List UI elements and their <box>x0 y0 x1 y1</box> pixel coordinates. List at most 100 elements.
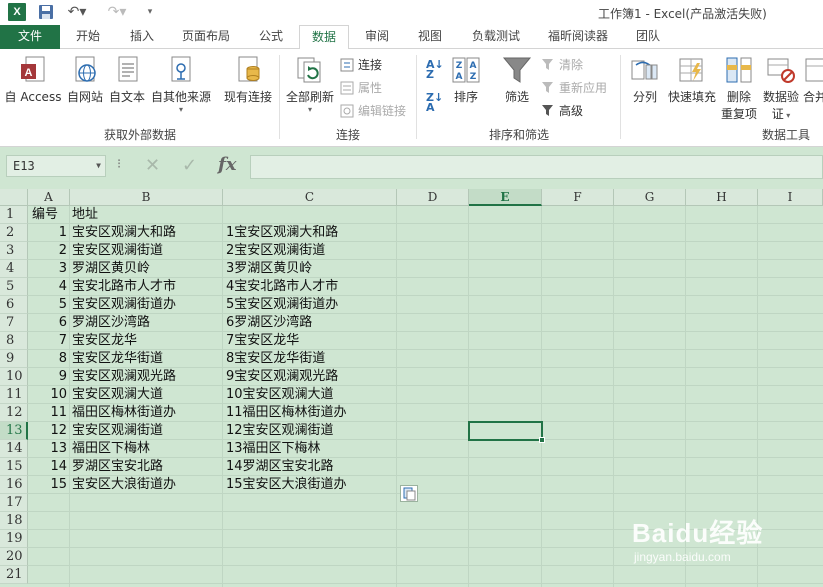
insert-function-icon[interactable]: fx <box>218 154 236 175</box>
flash-fill-button[interactable]: 快速填充 <box>666 55 718 105</box>
paste-options-icon[interactable] <box>400 485 418 502</box>
tab-team[interactable]: 团队 <box>625 25 671 49</box>
tab-page-layout[interactable]: 页面布局 <box>172 25 240 49</box>
cell-a14[interactable]: 13 <box>28 440 67 458</box>
sort-ascending-button[interactable]: A↓ Z <box>426 59 444 80</box>
cell-b6[interactable]: 宝安区观澜街道办 <box>72 296 222 314</box>
undo-icon[interactable]: ↶▾ <box>66 3 88 21</box>
tab-foxit-reader[interactable]: 福昕阅读器 <box>538 25 618 49</box>
cell-c6[interactable]: 5宝安区观澜街道办 <box>226 296 396 314</box>
more-options-icon[interactable]: ⁝ <box>117 157 121 172</box>
cell-a3[interactable]: 2 <box>28 242 67 260</box>
row-header-15[interactable]: 15 <box>0 458 28 476</box>
from-text-button[interactable]: 自文本 <box>106 55 148 105</box>
cell-c2[interactable]: 1宝安区观澜大和路 <box>226 224 396 242</box>
row-header-11[interactable]: 11 <box>0 386 28 404</box>
reapply-button[interactable]: 重新应用 <box>541 79 607 96</box>
row-header-8[interactable]: 8 <box>0 332 28 350</box>
cell-c7[interactable]: 6罗湖区沙湾路 <box>226 314 396 332</box>
column-header-i[interactable]: I <box>758 189 823 206</box>
consolidate-button[interactable]: 合并 <box>803 55 823 105</box>
row-header-21[interactable]: 21 <box>0 566 28 584</box>
cell-b16[interactable]: 宝安区大浪街道办 <box>72 476 222 494</box>
advanced-filter-button[interactable]: 高级 <box>541 102 583 119</box>
refresh-all-button[interactable]: 全部刷新 ▾ <box>285 55 335 114</box>
tab-data[interactable]: 数据 <box>299 25 349 50</box>
row-header-18[interactable]: 18 <box>0 512 28 530</box>
cell-c9[interactable]: 8宝安区龙华街道 <box>226 350 396 368</box>
cell-a15[interactable]: 14 <box>28 458 67 476</box>
data-validation-button[interactable]: 数据验 证 ▾ <box>762 55 800 122</box>
cell-c10[interactable]: 9宝安区观澜观光路 <box>226 368 396 386</box>
column-header-d[interactable]: D <box>397 189 469 206</box>
cell-a7[interactable]: 6 <box>28 314 67 332</box>
cell-b13[interactable]: 宝安区观澜街道 <box>72 422 222 440</box>
row-header-4[interactable]: 4 <box>0 260 28 278</box>
cell-c11[interactable]: 10宝安区观澜大道 <box>226 386 396 404</box>
cell-c12[interactable]: 11福田区梅林街道办 <box>226 404 396 422</box>
cell-b1[interactable]: 地址 <box>72 206 222 224</box>
selected-cell-outline[interactable] <box>468 421 543 441</box>
row-header-17[interactable]: 17 <box>0 494 28 512</box>
column-header-a[interactable]: A <box>28 189 70 206</box>
filter-button[interactable]: 筛选 <box>500 55 534 105</box>
clear-filter-button[interactable]: 清除 <box>541 56 583 73</box>
tab-insert[interactable]: 插入 <box>116 25 168 49</box>
row-header-7[interactable]: 7 <box>0 314 28 332</box>
cell-b9[interactable]: 宝安区龙华街道 <box>72 350 222 368</box>
cell-a16[interactable]: 15 <box>28 476 67 494</box>
column-header-h[interactable]: H <box>686 189 758 206</box>
cell-c4[interactable]: 3罗湖区黄贝岭 <box>226 260 396 278</box>
cell-a9[interactable]: 8 <box>28 350 67 368</box>
column-header-e[interactable]: E <box>469 189 542 206</box>
cell-b12[interactable]: 福田区梅林街道办 <box>72 404 222 422</box>
tab-view[interactable]: 视图 <box>405 25 455 49</box>
cell-a1[interactable]: 编号 <box>32 206 70 224</box>
from-web-button[interactable]: 自网站 <box>64 55 106 105</box>
name-box[interactable]: E13 ▼ <box>6 155 106 177</box>
connections-button[interactable]: 连接 <box>340 56 382 73</box>
row-header-16[interactable]: 16 <box>0 476 28 494</box>
cell-a6[interactable]: 5 <box>28 296 67 314</box>
redo-icon[interactable]: ↷▾ <box>106 3 128 21</box>
tab-load-test[interactable]: 负载测试 <box>460 25 532 49</box>
cancel-icon[interactable]: ✕ <box>145 155 160 176</box>
text-to-columns-button[interactable]: 分列 <box>628 55 662 105</box>
select-all-corner[interactable] <box>0 189 28 206</box>
cell-c8[interactable]: 7宝安区龙华 <box>226 332 396 350</box>
from-access-button[interactable]: A 自 Access <box>4 55 62 105</box>
save-icon[interactable] <box>38 3 54 21</box>
row-header-2[interactable]: 2 <box>0 224 28 242</box>
cell-b14[interactable]: 福田区下梅林 <box>72 440 222 458</box>
cell-a5[interactable]: 4 <box>28 278 67 296</box>
cell-b10[interactable]: 宝安区观澜观光路 <box>72 368 222 386</box>
cell-b15[interactable]: 罗湖区宝安北路 <box>72 458 222 476</box>
customize-qat-icon[interactable]: ▾ <box>144 3 156 21</box>
row-header-13[interactable]: 13 <box>0 422 28 440</box>
cell-b8[interactable]: 宝安区龙华 <box>72 332 222 350</box>
row-header-6[interactable]: 6 <box>0 296 28 314</box>
tab-home[interactable]: 开始 <box>62 25 114 49</box>
cell-b11[interactable]: 宝安区观澜大道 <box>72 386 222 404</box>
row-header-19[interactable]: 19 <box>0 530 28 548</box>
cell-a8[interactable]: 7 <box>28 332 67 350</box>
cell-a4[interactable]: 3 <box>28 260 67 278</box>
row-header-5[interactable]: 5 <box>0 278 28 296</box>
edit-links-button[interactable]: 编辑链接 <box>340 102 406 119</box>
existing-connections-button[interactable]: 现有连接 <box>222 55 274 105</box>
row-header-12[interactable]: 12 <box>0 404 28 422</box>
cell-c13[interactable]: 12宝安区观澜街道 <box>226 422 396 440</box>
cell-c3[interactable]: 2宝安区观澜街道 <box>226 242 396 260</box>
cell-b2[interactable]: 宝安区观澜大和路 <box>72 224 222 242</box>
row-header-20[interactable]: 20 <box>0 548 28 566</box>
cell-b3[interactable]: 宝安区观澜街道 <box>72 242 222 260</box>
sort-button[interactable]: ZAAZ 排序 <box>449 55 483 105</box>
sort-descending-button[interactable]: Z↓ A <box>426 92 443 113</box>
row-header-10[interactable]: 10 <box>0 368 28 386</box>
fill-handle[interactable] <box>539 437 545 443</box>
cell-c5[interactable]: 4宝安北路市人才市 <box>226 278 396 296</box>
properties-button[interactable]: 属性 <box>340 79 382 96</box>
cell-b5[interactable]: 宝安北路市人才市 <box>72 278 222 296</box>
cell-a10[interactable]: 9 <box>28 368 67 386</box>
row-header-9[interactable]: 9 <box>0 350 28 368</box>
